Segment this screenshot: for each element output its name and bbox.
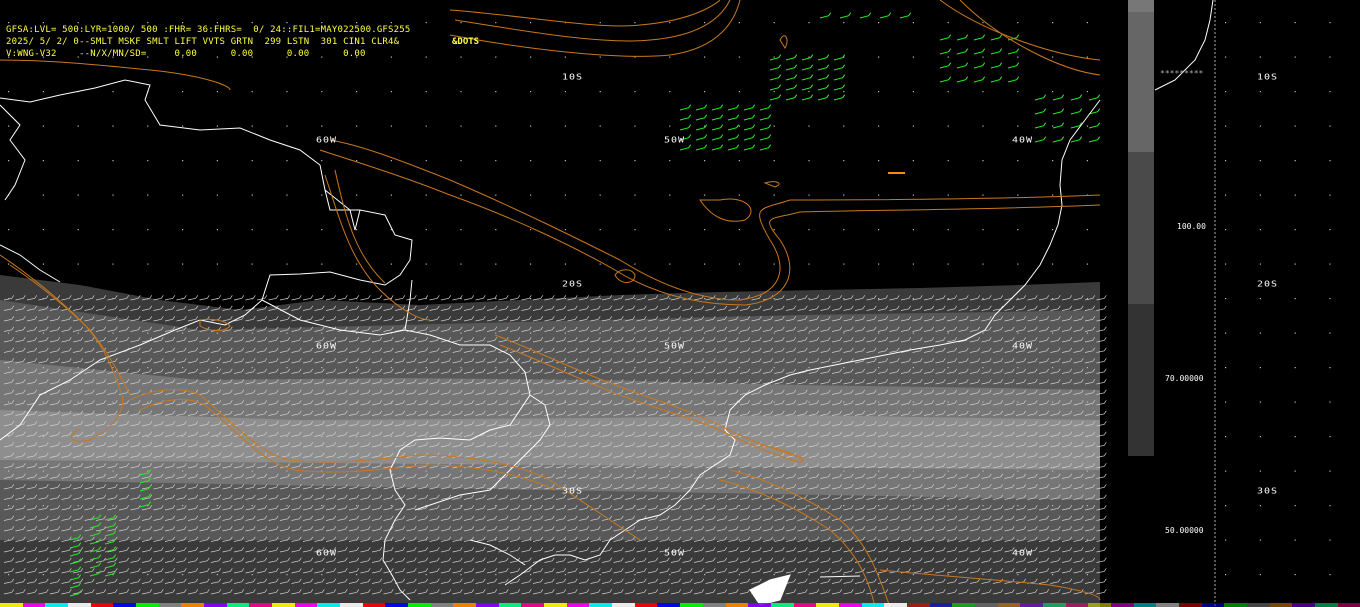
palette-swatch <box>204 603 227 607</box>
palette-swatch <box>340 603 363 607</box>
palette-swatch <box>249 603 273 607</box>
palette-swatch <box>521 603 545 607</box>
lat-label-10s: 10S <box>562 73 584 82</box>
header-line-3: V:WNG-V32 --N/X/MN/SD= 0.00 0.00 0.00 0.… <box>6 49 366 59</box>
palette-swatch <box>1178 603 1202 607</box>
palette-swatch <box>294 603 318 607</box>
palette-swatch <box>181 603 205 607</box>
lon-label-50w: 50W <box>664 342 686 351</box>
palette-swatch <box>1337 603 1360 607</box>
palette-swatch <box>884 603 907 607</box>
palette-swatch <box>113 603 137 607</box>
palette-swatch <box>498 603 522 607</box>
palette-swatch <box>929 603 953 607</box>
palette-swatch <box>90 603 114 607</box>
dots-label: &DOTS <box>452 37 480 47</box>
right-lat-label-30s: 30S <box>1257 487 1279 496</box>
palette-swatch <box>1246 603 1270 607</box>
palette-swatch <box>861 603 885 607</box>
palette-swatch <box>997 603 1021 607</box>
palette-swatch <box>476 603 499 607</box>
palette-swatch <box>1133 603 1157 607</box>
palette-swatch <box>1110 603 1134 607</box>
lat-label-30s: 30S <box>562 487 584 496</box>
lon-label-40w: 40W <box>1012 136 1034 145</box>
palette-swatch <box>226 603 250 607</box>
palette-swatch <box>1224 603 1247 607</box>
palette-swatch <box>838 603 862 607</box>
lat-label-20s: 20S <box>562 280 584 289</box>
scale-label-100: 100.00 <box>1177 222 1206 231</box>
header-line-1: GFSA:LVL= 500:LYR=1000/ 500 :FHR= 36:FHR… <box>6 25 411 35</box>
header-line-2: 2025/ 5/ 2/ 0--SMLT MSKF SMLT LIFT VVTS … <box>6 37 400 47</box>
palette-swatch <box>430 603 454 607</box>
lon-label-50w: 50W <box>664 549 686 558</box>
palette-swatch <box>1292 603 1315 607</box>
palette-swatch <box>1042 603 1066 607</box>
palette-swatch <box>1020 603 1043 607</box>
palette-swatch <box>1314 603 1338 607</box>
palette-swatch <box>385 603 409 607</box>
palette-swatch <box>272 603 295 607</box>
palette-swatch <box>45 603 69 607</box>
palette-swatch <box>816 603 839 607</box>
palette-swatch <box>770 603 794 607</box>
palette-swatch <box>1065 603 1089 607</box>
palette-swatch <box>589 603 613 607</box>
palette-swatch <box>612 603 635 607</box>
palette-swatch <box>634 603 658 607</box>
palette-swatch <box>906 603 930 607</box>
palette-swatch <box>1201 603 1225 607</box>
weather-map <box>0 0 1331 607</box>
palette-swatch <box>68 603 91 607</box>
palette-swatch <box>974 603 998 607</box>
palette-swatch <box>725 603 749 607</box>
palette-swatch <box>566 603 590 607</box>
palette-swatch <box>680 603 703 607</box>
scale-label-50: 50.00000 <box>1165 526 1204 535</box>
palette-swatch <box>136 603 159 607</box>
lon-label-60w: 60W <box>316 342 338 351</box>
color-scale-bar <box>1128 0 1216 607</box>
lon-label-40w: 40W <box>1012 549 1034 558</box>
right-lat-label-20s: 20S <box>1257 280 1279 289</box>
palette-swatch <box>952 603 975 607</box>
palette-swatch <box>408 603 431 607</box>
palette-swatch <box>748 603 771 607</box>
palette-swatch <box>1156 603 1179 607</box>
palette-swatch <box>0 603 23 607</box>
palette-swatch <box>1088 603 1111 607</box>
palette-swatch <box>544 603 567 607</box>
palette-swatch <box>702 603 726 607</box>
scale-label-70: 70.00000 <box>1165 374 1204 383</box>
palette-swatch <box>793 603 817 607</box>
palette-swatch <box>1269 603 1293 607</box>
scale-stars: ********* <box>1160 69 1204 78</box>
palette-swatch <box>22 603 46 607</box>
palette-swatch <box>362 603 386 607</box>
palette-strip <box>0 603 1360 607</box>
palette-swatch <box>453 603 477 607</box>
shaded-bands <box>0 275 1100 607</box>
right-lat-label-10s: 10S <box>1257 73 1279 82</box>
lon-label-40w: 40W <box>1012 342 1034 351</box>
lon-label-60w: 60W <box>316 136 338 145</box>
palette-swatch <box>317 603 341 607</box>
lon-label-60w: 60W <box>316 549 338 558</box>
palette-swatch <box>657 603 681 607</box>
palette-swatch <box>158 603 182 607</box>
lon-label-50w: 50W <box>664 136 686 145</box>
